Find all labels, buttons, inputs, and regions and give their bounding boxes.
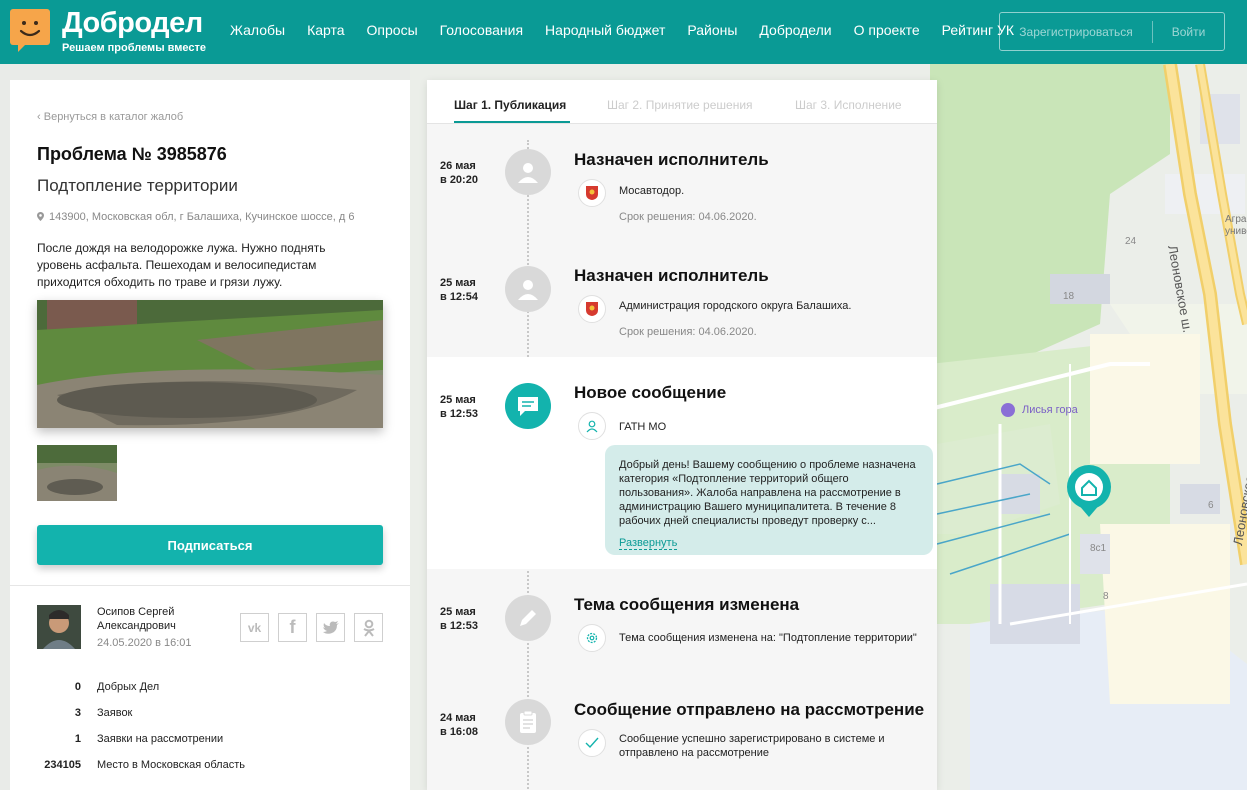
event-title: Новое сообщение	[574, 383, 727, 402]
map-house-number: 8	[1103, 591, 1109, 602]
event-date: 25 мая в 12:53	[440, 606, 478, 632]
event-text: Сообщение успешно зарегистрировано в сис…	[619, 733, 885, 759]
problem-title: Проблема № 3985876	[37, 144, 227, 164]
timeline-event: 25 мая в 12:54 Назначен исполнитель Админ…	[427, 240, 937, 357]
vk-icon[interactable]: vk	[240, 613, 269, 642]
event-title: Назначен исполнитель	[574, 266, 769, 285]
nav-dobrodely[interactable]: Добродели	[759, 22, 831, 38]
user-icon	[505, 149, 551, 195]
author-name[interactable]: Осипов Сергей Александрович	[97, 605, 237, 633]
active-tab-indicator	[454, 121, 570, 123]
location-pin-icon	[37, 212, 44, 221]
problem-category: Подтопление территории	[37, 176, 238, 195]
timeline-event-message: 25 мая в 12:53 Новое сообщение ГАТН МО До…	[427, 357, 937, 569]
divider	[10, 585, 410, 586]
photo-thumbnail[interactable]	[37, 445, 117, 501]
event-text: Мосавтодор.	[619, 185, 685, 197]
clipboard-icon	[505, 699, 551, 745]
subscribe-button[interactable]: Подписаться	[37, 525, 383, 565]
timeline-panel: Шаг 1. Публикация Шаг 2. Принятие решени…	[427, 80, 937, 790]
coat-of-arms-icon	[578, 295, 606, 323]
logo-title[interactable]: Добродел	[62, 7, 203, 40]
message-icon	[505, 383, 551, 429]
event-title: Назначен исполнитель	[574, 150, 769, 169]
main-nav: Жалобы Карта Опросы Голосования Народный…	[230, 22, 1036, 38]
map-house-number: 8с1	[1090, 543, 1107, 554]
event-text: Администрация городского округа Балашиха…	[619, 300, 852, 312]
nav-map[interactable]: Карта	[307, 22, 344, 38]
top-header: Добродел Решаем проблемы вместе Жалобы К…	[0, 0, 1247, 64]
map-poi-label-2: Аграр	[1225, 214, 1247, 225]
coat-of-arms-icon	[578, 179, 606, 207]
stat-row: 234105 Место в Московская область	[44, 759, 245, 771]
author-date: 24.05.2020 в 16:01	[97, 637, 192, 649]
event-deadline: Срок решения: 04.06.2020.	[619, 326, 757, 338]
nav-about[interactable]: О проекте	[854, 22, 920, 38]
problem-address: 143900, Московская обл, г Балашиха, Кучи…	[37, 211, 355, 223]
timeline-event: 26 мая в 20:20 Назначен исполнитель Мосав…	[427, 124, 937, 240]
event-deadline: Срок решения: 04.06.2020.	[619, 211, 757, 223]
author-stats: 0 Добрых Дел 3 Заявок 1 Заявки на рассмотре…	[37, 674, 245, 778]
address-text: 143900, Московская обл, г Балашиха, Кучи…	[49, 211, 355, 223]
expand-link[interactable]: Развернуть	[619, 537, 678, 550]
timeline-event: 25 мая в 12:53 Тема сообщения изменена Те…	[427, 569, 937, 676]
problem-description: После дождя на велодорожке лужа. Нужно п…	[37, 241, 326, 289]
auth-box: Зарегистрироваться Войти	[999, 12, 1225, 51]
nav-complaints[interactable]: Жалобы	[230, 22, 285, 38]
timeline-event: 24 мая в 16:08 Сообщение отправлено на ра…	[427, 676, 937, 790]
logo-icon[interactable]	[10, 9, 50, 52]
pencil-icon	[505, 595, 551, 641]
event-date: 25 мая в 12:53	[440, 394, 478, 420]
event-text: ГАТН МО	[619, 421, 667, 433]
check-icon	[578, 729, 606, 757]
problem-panel: ‹ Вернуться в каталог жалоб Проблема № 3…	[10, 80, 410, 790]
nav-votes[interactable]: Голосования	[440, 22, 523, 38]
step-tabs: Шаг 1. Публикация Шаг 2. Принятие решени…	[427, 80, 937, 124]
register-button[interactable]: Зарегистрироваться	[1000, 20, 1153, 43]
gear-icon	[578, 624, 606, 652]
twitter-icon[interactable]	[316, 613, 345, 642]
event-title: Сообщение отправлено на рассмотрение	[574, 700, 925, 719]
nav-budget[interactable]: Народный бюджет	[545, 22, 665, 38]
event-date: 25 мая в 12:54	[440, 277, 478, 303]
nav-polls[interactable]: Опросы	[367, 22, 418, 38]
tab-step-3[interactable]: Шаг 3. Исполнение	[795, 98, 902, 112]
tab-step-2[interactable]: Шаг 2. Принятие решения	[607, 98, 753, 112]
stat-row: 1 Заявки на рассмотрении	[74, 733, 224, 745]
user-icon	[505, 266, 551, 312]
odnoklassniki-icon[interactable]	[354, 613, 383, 642]
event-text: Тема сообщения изменена на: "Подтопление…	[619, 632, 917, 644]
login-button[interactable]: Войти	[1153, 25, 1224, 39]
message-bubble: Добрый день! Вашему сообщению о проблеме…	[605, 445, 933, 555]
map-house-number: 24	[1125, 236, 1137, 247]
avatar[interactable]	[37, 605, 81, 649]
nav-districts[interactable]: Районы	[687, 22, 737, 38]
map-house-number: 6	[1208, 500, 1214, 511]
map-poi-label-3: универ	[1225, 226, 1247, 237]
event-date: 24 мая в 16:08	[440, 712, 478, 738]
map-house-number: 18	[1063, 291, 1075, 302]
stat-row: 0 Добрых Дел	[74, 681, 160, 693]
event-date: 26 мая в 20:20	[440, 160, 478, 186]
logo-subtitle: Решаем проблемы вместе	[62, 42, 206, 54]
facebook-icon[interactable]: f	[278, 613, 307, 642]
back-link-label: Вернуться в каталог жалоб	[43, 111, 184, 123]
user-outline-icon	[578, 412, 606, 440]
problem-photo[interactable]	[37, 300, 383, 428]
chevron-left-icon: ‹	[37, 111, 44, 123]
event-title: Тема сообщения изменена	[574, 595, 800, 614]
stat-row: 3 Заявок	[74, 707, 133, 719]
map-poi-label: Лисья гора	[1022, 404, 1078, 416]
tab-step-1[interactable]: Шаг 1. Публикация	[454, 98, 566, 112]
message-text: Добрый день! Вашему сообщению о проблеме…	[619, 459, 916, 527]
back-to-catalog-link[interactable]: ‹ Вернуться в каталог жалоб	[37, 111, 183, 123]
